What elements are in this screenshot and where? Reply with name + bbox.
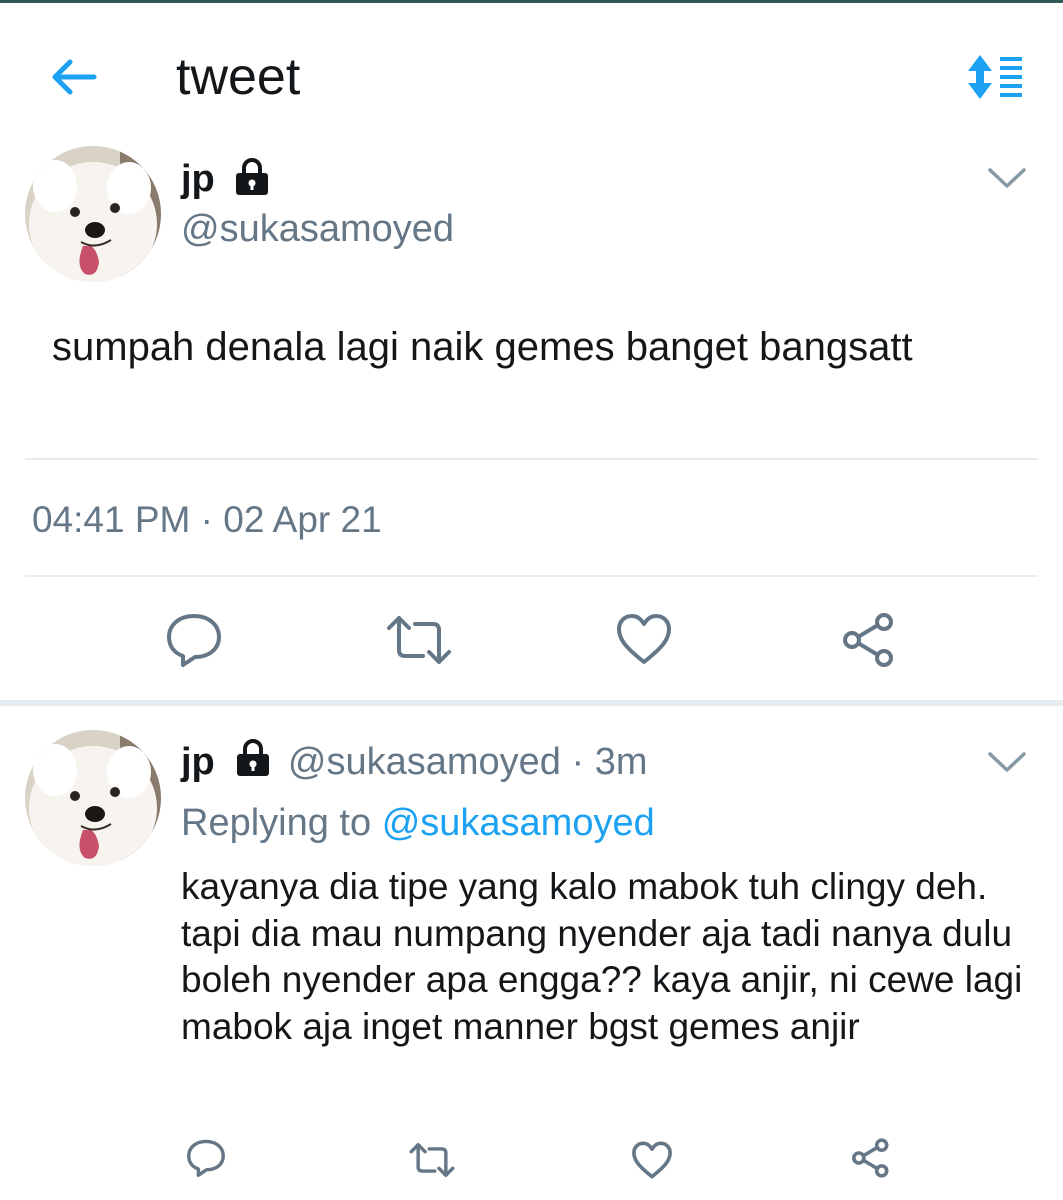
divider (25, 458, 1038, 460)
replying-to-mention[interactable]: @sukasamoyed (382, 802, 655, 844)
author-handle[interactable]: @sukasamoyed (181, 207, 454, 251)
retweet-button[interactable] (385, 614, 453, 671)
heart-icon (632, 1141, 672, 1179)
share-button[interactable] (850, 1138, 892, 1183)
sort-list-icon (968, 55, 1022, 99)
retweet-button[interactable] (408, 1142, 456, 1183)
samoyed-avatar-image (25, 730, 161, 866)
tweet-timestamp: 04:41 PM · 02 Apr 21 (32, 499, 382, 540)
replying-to-label: Replying to (181, 802, 372, 844)
chevron-down-icon (988, 752, 1026, 772)
tweet-options-button[interactable] (987, 750, 1027, 774)
lock-icon (232, 157, 272, 202)
avatar[interactable] (25, 730, 161, 866)
arrow-left-icon (52, 59, 97, 95)
reply-header: jp @sukasamoyed · 3m (181, 738, 648, 788)
page-title: tweet (176, 48, 301, 106)
author-name[interactable]: jp (181, 157, 215, 201)
author-handle[interactable]: @sukasamoyed (288, 741, 561, 783)
retweet-icon (387, 616, 451, 664)
samoyed-avatar-image (25, 146, 161, 282)
share-icon (843, 613, 893, 667)
share-button[interactable] (840, 612, 898, 673)
replying-to: Replying to @sukasamoyed (181, 801, 655, 845)
reply-icon (167, 614, 221, 667)
sort-button[interactable] (966, 53, 1024, 101)
tweet-options-button[interactable] (987, 166, 1027, 190)
reply-button[interactable] (186, 1138, 226, 1183)
like-button[interactable] (615, 612, 673, 671)
avatar[interactable] (25, 146, 161, 282)
like-button[interactable] (631, 1140, 673, 1185)
back-button[interactable] (48, 55, 100, 99)
reply-icon (187, 1139, 225, 1177)
lock-icon (233, 738, 273, 788)
retweet-icon (409, 1143, 455, 1177)
section-separator (0, 700, 1063, 706)
tweet-text: sumpah denala lagi naik gemes banget ban… (52, 325, 913, 369)
reply-text: kayanya dia tipe yang kalo mabok tuh cli… (181, 866, 1023, 1047)
heart-icon (617, 614, 671, 664)
reply-time: · 3m (571, 741, 648, 783)
author-name[interactable]: jp (181, 741, 215, 783)
app-header: tweet (0, 3, 1063, 143)
share-icon (852, 1138, 889, 1178)
divider (25, 575, 1038, 577)
reply-button[interactable] (165, 612, 223, 673)
chevron-down-icon (988, 168, 1026, 188)
